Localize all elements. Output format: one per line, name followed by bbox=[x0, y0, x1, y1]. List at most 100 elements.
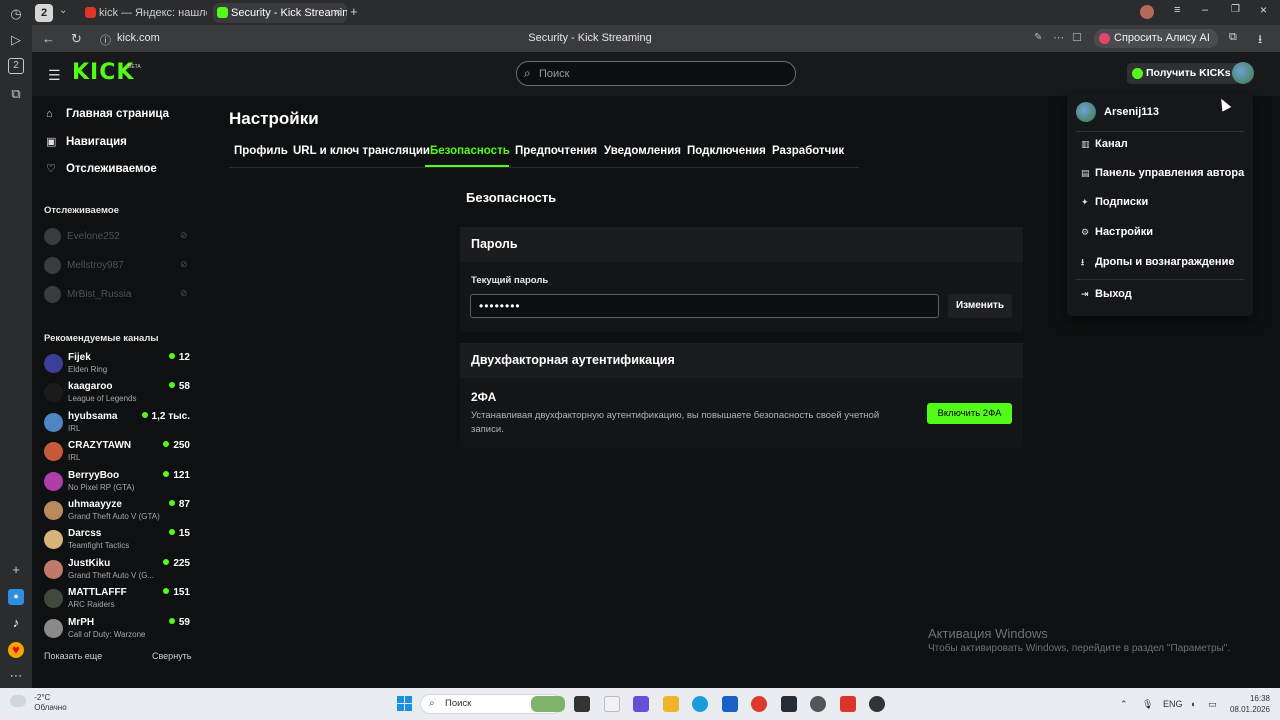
close-tab-icon[interactable]: × bbox=[335, 3, 341, 23]
photos-icon[interactable] bbox=[604, 696, 620, 712]
yandex-icon[interactable] bbox=[751, 696, 767, 712]
teams-icon[interactable] bbox=[633, 696, 649, 712]
tab-security[interactable]: Безопасность bbox=[430, 145, 510, 157]
beta-badge: BETA bbox=[128, 64, 141, 70]
speaker-icon[interactable]: ◖ bbox=[1190, 699, 1195, 709]
tray-chevron-icon[interactable]: ⌃ bbox=[1120, 699, 1128, 710]
menu-item-channel[interactable]: ▥ Канал bbox=[1081, 138, 1128, 150]
menu-item-dashboard[interactable]: ▤ Панель управления автора bbox=[1081, 167, 1244, 179]
more-icon[interactable]: ⋯ bbox=[8, 668, 24, 684]
user-avatar[interactable] bbox=[1232, 62, 1254, 84]
profile-avatar[interactable] bbox=[1140, 5, 1154, 19]
viewer-count: 225 bbox=[163, 558, 190, 569]
recommended-channel[interactable]: hyubsama IRL 1,2 тыс. bbox=[44, 411, 194, 438]
divider bbox=[1076, 131, 1244, 132]
tab-profile[interactable]: Профиль bbox=[234, 145, 288, 157]
app-icon[interactable]: ◆ bbox=[8, 589, 24, 605]
recommended-channel[interactable]: kaagaroo League of Legends 58 bbox=[44, 381, 194, 408]
alice-button[interactable]: Спросить Алису AI bbox=[1094, 29, 1218, 48]
nav-home[interactable]: ⌂ Главная страница bbox=[46, 108, 169, 120]
divider bbox=[1076, 279, 1244, 280]
explorer-icon[interactable] bbox=[663, 696, 679, 712]
recommended-channel[interactable]: Fijek Elden Ring 12 bbox=[44, 352, 194, 379]
store-icon[interactable] bbox=[722, 696, 738, 712]
tabs-count-icon[interactable]: 2 bbox=[8, 58, 24, 74]
more-dots-icon[interactable]: ⋯ bbox=[1053, 31, 1064, 44]
menu-item-subscriptions[interactable]: ✦ Подписки bbox=[1081, 196, 1148, 208]
change-password-button[interactable]: Изменить bbox=[948, 294, 1012, 318]
add-icon[interactable]: + bbox=[8, 562, 24, 578]
minimize-icon[interactable]: – bbox=[1202, 4, 1208, 16]
bookmark-icon[interactable]: ☐ bbox=[1072, 31, 1082, 44]
channel-name: JustKiku bbox=[68, 558, 111, 569]
current-password-field[interactable]: •••••••• bbox=[470, 294, 939, 318]
avatar bbox=[44, 286, 61, 303]
nav-following[interactable]: ♡ Отслеживаемое bbox=[46, 162, 157, 175]
recommended-channel[interactable]: MrPH Call of Duty: Warzone 59 bbox=[44, 617, 194, 644]
recommended-channel[interactable]: JustKiku Grand Theft Auto V (G... 225 bbox=[44, 558, 194, 585]
nav-browse[interactable]: ▣ Навигация bbox=[46, 135, 127, 148]
channel-category: IRL bbox=[68, 453, 81, 462]
task-view-icon[interactable] bbox=[574, 696, 590, 712]
mic-icon[interactable]: 🎙 bbox=[1142, 699, 1153, 710]
app-icon[interactable] bbox=[869, 696, 885, 712]
recommended-channel[interactable]: uhmaayyze Grand Theft Auto V (GTA) 87 bbox=[44, 499, 194, 526]
tabs-menu-chevron-icon[interactable]: ⌄ bbox=[59, 5, 67, 16]
avatar bbox=[44, 530, 63, 549]
tab-kick[interactable]: Security - Kick Streaming × bbox=[213, 3, 347, 23]
collapse-link[interactable]: Свернуть bbox=[152, 651, 191, 661]
yandex-browser-icon[interactable] bbox=[840, 696, 856, 712]
channel-name: CRAZYTAWN bbox=[68, 440, 132, 451]
download-icon[interactable]: ⭳ bbox=[1258, 30, 1262, 51]
menu-icon[interactable]: ≡ bbox=[1174, 4, 1180, 16]
battery-icon[interactable]: ▭ bbox=[1208, 699, 1217, 710]
tab-yandex[interactable]: kick — Яндекс: нашлось 1 bbox=[81, 3, 207, 23]
current-password-label: Текущий пароль bbox=[471, 275, 549, 286]
tab-stream-key[interactable]: URL и ключ трансляции bbox=[293, 145, 430, 157]
show-more-link[interactable]: Показать еще bbox=[44, 651, 102, 661]
viewer-count: 15 bbox=[169, 528, 190, 539]
recommended-channel[interactable]: CRAZYTAWN IRL 250 bbox=[44, 440, 194, 467]
get-kicks-label: Получить KICKs bbox=[1146, 67, 1231, 79]
tab-notifications[interactable]: Уведомления bbox=[604, 145, 681, 157]
clock[interactable]: 16:38 08.01.2026 bbox=[1226, 693, 1270, 715]
maximize-icon[interactable]: ❐ bbox=[1231, 4, 1240, 15]
viewer-count: 87 bbox=[169, 499, 190, 510]
search-input[interactable] bbox=[539, 65, 779, 83]
user-menu-header[interactable]: Arsenij113 bbox=[1076, 102, 1159, 123]
search-box[interactable]: ⌕ bbox=[516, 61, 796, 86]
following-item[interactable]: Mellstroy987 ⊘ bbox=[44, 257, 194, 274]
pin-icon[interactable]: ✎ bbox=[1034, 32, 1042, 43]
recommended-channel[interactable]: Darcss Teamfight Tactics 15 bbox=[44, 528, 194, 555]
hamburger-menu-icon[interactable]: ☰ bbox=[48, 67, 61, 84]
get-kicks-button[interactable]: Получить KICKs bbox=[1127, 63, 1239, 84]
kick-logo[interactable]: KICK bbox=[72, 60, 134, 85]
new-tab-icon[interactable]: + bbox=[350, 4, 358, 19]
taskbar-widget-image[interactable] bbox=[531, 696, 565, 712]
close-window-icon[interactable]: × bbox=[1260, 3, 1267, 17]
following-item[interactable]: MrBist_Russia ⊘ bbox=[44, 286, 194, 303]
recommended-channel[interactable]: BerryyBoo No Pixel RP (GTA) 121 bbox=[44, 470, 194, 497]
tab-preferences[interactable]: Предпочтения bbox=[515, 145, 597, 157]
tab-counter[interactable]: 2 bbox=[35, 4, 53, 22]
tiktok-icon[interactable]: ♪ bbox=[8, 615, 24, 631]
game-icon[interactable] bbox=[810, 696, 826, 712]
menu-item-logout[interactable]: ⇥ Выход bbox=[1081, 288, 1132, 300]
weather-widget[interactable]: -2°C Облачно bbox=[10, 693, 67, 713]
tab-developer[interactable]: Разработчик bbox=[772, 145, 844, 157]
language-indicator[interactable]: ENG bbox=[1163, 699, 1183, 709]
extensions-icon[interactable]: ⧉ bbox=[1229, 31, 1237, 44]
heart-app-icon[interactable]: ♥ bbox=[8, 642, 24, 658]
following-item[interactable]: Evelone252 ⊘ bbox=[44, 228, 194, 245]
tab-connections[interactable]: Подключения bbox=[687, 145, 766, 157]
user-menu-dropdown: Arsenij113 ▥ Канал ▤ Панель управления авт… bbox=[1067, 94, 1253, 316]
windows-start-icon[interactable] bbox=[397, 696, 412, 711]
enable-2fa-button[interactable]: Включить 2ФА bbox=[927, 403, 1012, 424]
menu-item-drops[interactable]: ⭳ Дропы и вознаграждение bbox=[1081, 255, 1234, 271]
app-icon[interactable] bbox=[781, 696, 797, 712]
recommended-channel[interactable]: MATTLAFFF ARC Raiders 151 bbox=[44, 587, 194, 614]
edge-icon[interactable] bbox=[692, 696, 708, 712]
history-icon[interactable]: ◷ bbox=[8, 6, 24, 22]
screenshot-icon[interactable]: ⧉ bbox=[8, 86, 24, 102]
menu-item-settings[interactable]: ⚙ Настройки bbox=[1081, 226, 1153, 238]
